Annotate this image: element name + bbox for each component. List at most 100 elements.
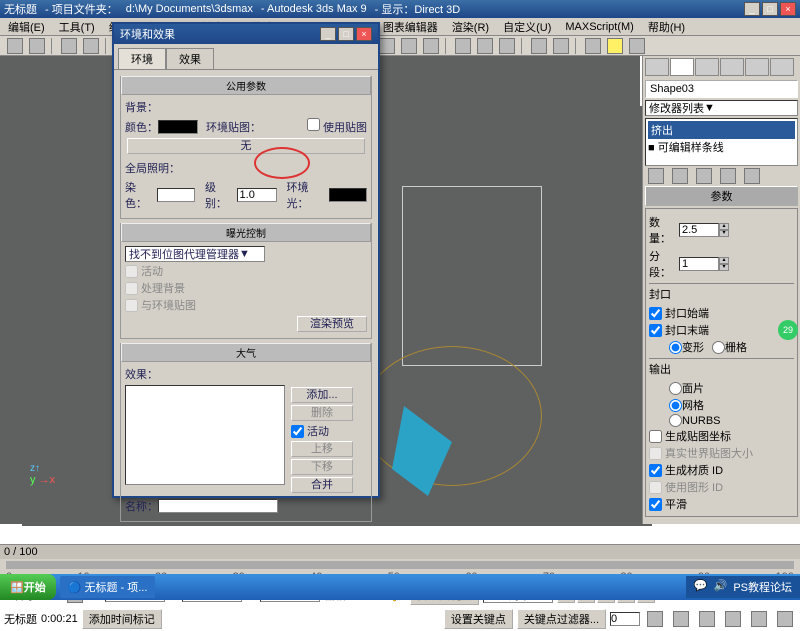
cap-end-checkbox[interactable] [649, 324, 662, 337]
zoom-ext-icon[interactable] [673, 611, 689, 627]
modifier-stack[interactable]: 挤出 ■ 可编辑样条线 [645, 118, 798, 166]
current-frame-field[interactable] [610, 612, 640, 626]
taskbar-item[interactable]: 🔵 无标题 - 项... [60, 576, 156, 598]
material-icon[interactable] [585, 38, 601, 54]
time-slider[interactable] [6, 561, 794, 569]
align-icon[interactable] [477, 38, 493, 54]
effect-active-checkbox[interactable] [291, 425, 304, 438]
create-tab-icon[interactable] [645, 58, 669, 76]
cap-start-checkbox[interactable] [649, 307, 662, 320]
time-config-icon[interactable] [647, 611, 663, 627]
merge-button[interactable]: 合并 [291, 477, 353, 493]
display-tab-icon[interactable] [745, 58, 769, 76]
effects-tab[interactable]: 效果 [166, 48, 214, 69]
script-listener[interactable]: 无标题 [4, 611, 37, 627]
move-up-button: 上移 [291, 441, 353, 457]
quick-render-icon[interactable] [629, 38, 645, 54]
bg-color-swatch[interactable] [158, 120, 198, 134]
spin-up-icon[interactable]: ▴ [719, 223, 729, 230]
mesh-radio[interactable] [669, 399, 682, 412]
menu-graph[interactable]: 图表编辑器 [379, 18, 442, 36]
tray-icon[interactable]: 🔊 [714, 579, 728, 595]
add-time-tag-button[interactable]: 添加时间标记 [82, 609, 162, 629]
render-scene-icon[interactable] [607, 38, 623, 54]
system-tray[interactable]: 💬 🔊 PS教程论坛 [686, 576, 800, 598]
set-key-button[interactable]: 设置关键点 [444, 609, 513, 629]
maximize-button[interactable]: □ [762, 2, 778, 16]
patch-radio[interactable] [669, 382, 682, 395]
env-map-button[interactable]: 无 [127, 138, 365, 154]
key-filters-button[interactable]: 关键点过滤器... [517, 609, 606, 629]
dialog-titlebar[interactable]: 环境和效果 _ □ × [114, 24, 378, 44]
exposure-dropdown[interactable]: 找不到位图代理管理器 ▼ [125, 246, 265, 262]
minimize-button[interactable]: _ [744, 2, 760, 16]
command-panel: 修改器列表 ▼ 挤出 ■ 可编辑样条线 参数 数量：▴▾ 分段：▴▾ 封口 封口… [642, 56, 800, 524]
dialog-min-button[interactable]: _ [320, 27, 336, 41]
use-map-checkbox[interactable] [307, 118, 320, 131]
pan-icon[interactable] [725, 611, 741, 627]
env-tab[interactable]: 环境 [118, 48, 166, 69]
menu-help[interactable]: 帮助(H) [644, 18, 689, 36]
menu-tools[interactable]: 工具(T) [55, 18, 99, 36]
nurbs-radio[interactable] [669, 414, 682, 427]
snap-icon[interactable] [379, 38, 395, 54]
pin-stack-icon[interactable] [648, 168, 664, 184]
dialog-max-button[interactable]: □ [338, 27, 354, 41]
menu-customize[interactable]: 自定义(U) [499, 18, 555, 36]
orbit-icon[interactable] [751, 611, 767, 627]
effects-list[interactable] [125, 385, 285, 485]
add-effect-button[interactable]: 添加... [291, 387, 353, 403]
motion-tab-icon[interactable] [720, 58, 744, 76]
redo-icon[interactable] [29, 38, 45, 54]
app-titlebar: 无标题 - 项目文件夹： d:\My Documents\3dsmax - Au… [0, 0, 800, 18]
show-result-icon[interactable] [672, 168, 688, 184]
start-button[interactable]: 🪟 开始 [0, 574, 56, 600]
title-app: - Autodesk 3ds Max 9 [261, 3, 367, 15]
percent-snap-icon[interactable] [423, 38, 439, 54]
menu-edit[interactable]: 编辑(E) [4, 18, 49, 36]
stack-item-extrude[interactable]: 挤出 [648, 121, 795, 139]
stack-item-spline[interactable]: ■ 可编辑样条线 [648, 139, 795, 155]
params-rollout[interactable]: 参数 [645, 186, 798, 206]
morph-radio[interactable] [669, 341, 682, 354]
remove-mod-icon[interactable] [720, 168, 736, 184]
segments-spinner[interactable] [679, 257, 719, 271]
object-name-field[interactable] [645, 80, 798, 98]
unlink-icon[interactable] [83, 38, 99, 54]
menu-render[interactable]: 渲染(R) [448, 18, 493, 36]
delete-effect-button: 删除 [291, 405, 353, 421]
smooth-checkbox[interactable] [649, 498, 662, 511]
gen-map-checkbox[interactable] [649, 430, 662, 443]
tint-swatch[interactable] [157, 188, 195, 202]
amount-spinner[interactable] [679, 223, 719, 237]
modify-tab-icon[interactable] [670, 58, 694, 76]
grid-radio[interactable] [712, 341, 725, 354]
spin-down-icon[interactable]: ▾ [719, 230, 729, 237]
level-spinner[interactable] [237, 188, 277, 202]
atmosphere-rollout[interactable]: 大气 [121, 343, 371, 362]
angle-snap-icon[interactable] [401, 38, 417, 54]
close-button[interactable]: × [780, 2, 796, 16]
hierarchy-tab-icon[interactable] [695, 58, 719, 76]
link-icon[interactable] [61, 38, 77, 54]
tray-icon[interactable]: 💬 [694, 579, 708, 595]
common-params-rollout[interactable]: 公用参数 [121, 76, 371, 95]
unique-icon[interactable] [696, 168, 712, 184]
modifier-list[interactable]: 修改器列表 ▼ [645, 100, 798, 116]
exposure-rollout[interactable]: 曝光控制 [121, 223, 371, 242]
undo-icon[interactable] [7, 38, 23, 54]
utilities-tab-icon[interactable] [770, 58, 794, 76]
min-max-toggle-icon[interactable] [777, 611, 793, 627]
gen-mat-checkbox[interactable] [649, 464, 662, 477]
config-icon[interactable] [744, 168, 760, 184]
zoom-icon[interactable] [699, 611, 715, 627]
layers-icon[interactable] [499, 38, 515, 54]
mirror-icon[interactable] [455, 38, 471, 54]
curve-editor-icon[interactable] [531, 38, 547, 54]
schematic-icon[interactable] [553, 38, 569, 54]
menu-maxscript[interactable]: MAXScript(M) [561, 20, 637, 34]
effect-name-field[interactable] [158, 499, 278, 513]
dialog-close-button[interactable]: × [356, 27, 372, 41]
ambient-swatch[interactable] [329, 188, 367, 202]
render-preview-button[interactable]: 渲染预览 [297, 316, 367, 332]
